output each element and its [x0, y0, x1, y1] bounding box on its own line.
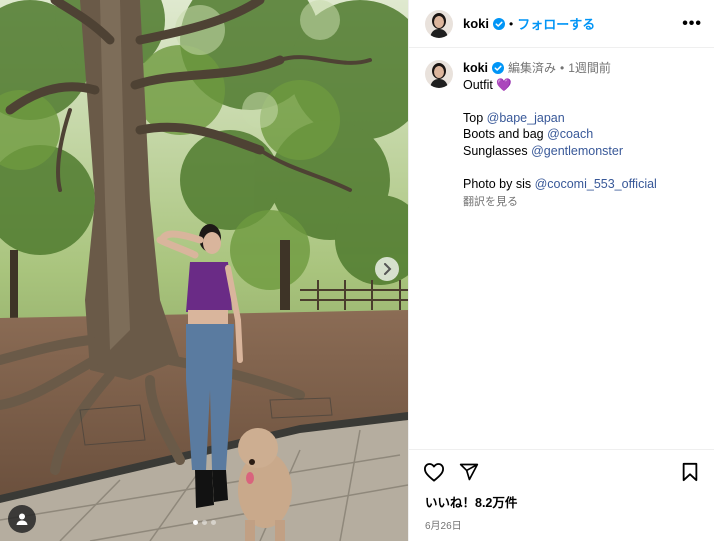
purple-heart-emoji: 💜: [496, 77, 512, 92]
edited-label: 編集済み: [508, 61, 557, 75]
instagram-post-modal: koki • フォローする ••• koki 編集済み • 1週間前 Outfi…: [0, 0, 714, 541]
carousel-indicator: [0, 520, 408, 525]
carousel-dot: [210, 520, 216, 525]
action-icons-row: [409, 450, 714, 482]
caption-separator: •: [560, 61, 565, 75]
caption-line-boots: Boots and bag @coach: [463, 126, 657, 143]
post-date[interactable]: 6月26日: [425, 517, 714, 532]
mention-link[interactable]: @bape_japan: [487, 111, 565, 125]
caption-username[interactable]: koki: [463, 60, 488, 77]
caption-body: koki 編集済み • 1週間前 Outfit 💜 Top @bape_japa…: [463, 60, 657, 211]
post-header: koki • フォローする •••: [409, 0, 714, 48]
header-username[interactable]: koki: [463, 16, 489, 31]
caption-line-outfit: Outfit 💜: [463, 77, 657, 94]
avatar[interactable]: [425, 9, 453, 38]
caption-line-top: Top @bape_japan: [463, 110, 657, 127]
heart-icon[interactable]: [423, 462, 445, 482]
post-photo[interactable]: [0, 0, 408, 541]
share-icon[interactable]: [459, 462, 479, 482]
verified-badge-icon: [493, 17, 506, 30]
see-translation-link[interactable]: 翻訳を見る: [463, 194, 657, 211]
chevron-right-icon: [384, 263, 392, 275]
caption-avatar[interactable]: [425, 60, 453, 88]
carousel-dot: [192, 520, 198, 525]
avatar-image: [425, 9, 453, 38]
caption-line-sunglasses: Sunglasses @gentlemonster: [463, 143, 657, 160]
caption-text: Photo by sis: [463, 176, 535, 191]
caption-avatar-image: [425, 60, 453, 88]
caption-text: Outfit: [463, 77, 497, 92]
caption-text: Sunglasses: [463, 143, 532, 158]
post-actions: いいね！8.2万件 6月26日: [409, 449, 714, 532]
mention-link[interactable]: @cocomi_553_official: [535, 177, 657, 191]
carousel-next-button[interactable]: [375, 257, 399, 281]
caption-top-row: koki 編集済み • 1週間前: [463, 60, 657, 77]
header-separator: •: [509, 16, 514, 31]
like-count[interactable]: いいね！8.2万件: [425, 492, 714, 511]
mention-link[interactable]: @gentlemonster: [531, 144, 623, 158]
verified-badge-icon: [492, 62, 505, 75]
caption-text: Boots and bag: [463, 127, 548, 141]
tagged-users-button[interactable]: [8, 505, 36, 533]
bookmark-icon[interactable]: [681, 462, 699, 482]
follow-button[interactable]: フォローする: [517, 14, 595, 33]
time-ago[interactable]: 1週間前: [568, 60, 611, 77]
more-options-icon[interactable]: •••: [682, 15, 702, 33]
caption-line-photo-by: Photo by sis @cocomi_553_official: [463, 176, 657, 193]
caption-gap: [463, 159, 657, 176]
caption: koki 編集済み • 1週間前 Outfit 💜 Top @bape_japa…: [425, 60, 705, 211]
caption-text: Top: [463, 110, 487, 125]
post-side-panel: koki • フォローする ••• koki 編集済み • 1週間前 Outfi…: [408, 0, 714, 541]
caption-gap: [463, 93, 657, 110]
photo-scene: [0, 0, 408, 541]
mention-link[interactable]: @coach: [547, 127, 593, 141]
carousel-dot: [201, 520, 207, 525]
